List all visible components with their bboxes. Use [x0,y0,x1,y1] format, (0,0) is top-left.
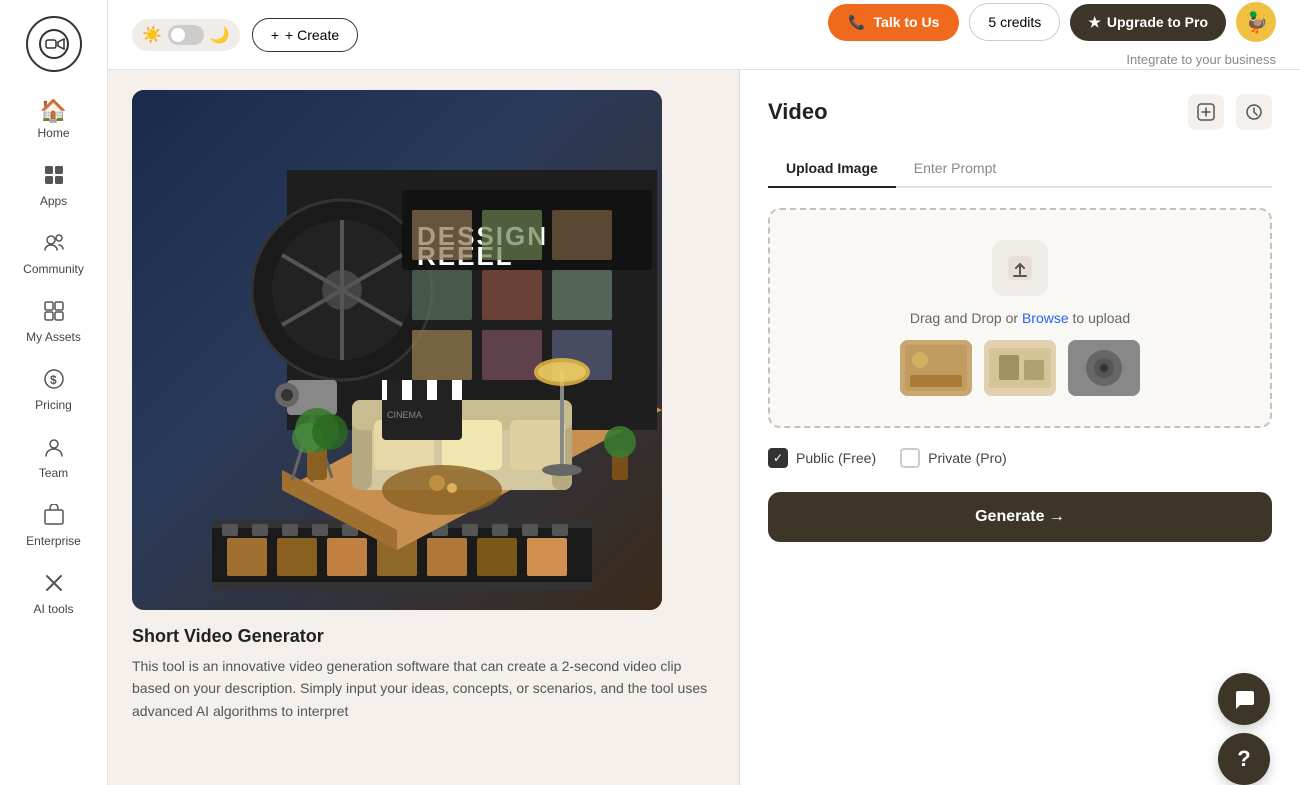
sidebar-item-community[interactable]: Community [0,220,107,288]
upload-icon [992,240,1048,296]
browse-link[interactable]: Browse [1022,310,1069,326]
sidebar: 🏠 Home Apps Community [0,0,108,785]
sample-images [900,340,1140,396]
sidebar-item-enterprise[interactable]: Enterprise [0,492,107,560]
video-description: This tool is an innovative video generat… [132,655,715,722]
logo[interactable] [26,16,82,72]
theme-toggle[interactable]: ☀️ 🌙 [132,19,240,51]
sidebar-item-ai-tools-label: AI tools [33,602,73,616]
help-bubble[interactable]: ? [1218,733,1270,785]
tabs: Upload Image Enter Prompt [768,150,1272,188]
pricing-icon: $ [43,368,65,394]
panel-header: Video [768,94,1272,130]
sidebar-item-my-assets[interactable]: My Assets [0,288,107,356]
apps-icon [43,164,65,190]
panel-title: Video [768,99,828,125]
moon-icon: 🌙 [210,25,230,45]
integrate-text: Integrate to your business [1126,52,1276,67]
header-left: ☀️ 🌙 + + Create [132,18,358,52]
left-panel: DESSIGN REEEL [108,70,740,785]
private-label: Private (Pro) [928,450,1007,466]
svg-text:$: $ [50,373,57,387]
sidebar-item-ai-tools[interactable]: AI tools [0,560,107,628]
svg-text:CINEMA: CINEMA [387,410,422,420]
tab-upload-image[interactable]: Upload Image [768,150,896,188]
header-right-top: 📞 Talk to Us 5 credits ★ Upgrade to Pro … [828,2,1276,42]
private-checkbox[interactable]: Private (Pro) [900,448,1007,468]
chat-bubble[interactable] [1218,673,1270,725]
credits-button[interactable]: 5 credits [969,3,1060,41]
home-icon: 🏠 [40,100,67,122]
plus-icon: + [271,27,279,43]
talk-to-us-button[interactable]: 📞 Talk to Us [828,4,959,41]
enterprise-icon [43,504,65,530]
header: ☀️ 🌙 + + Create 📞 Talk to Us 5 credits ★ [108,0,1300,70]
tab-enter-prompt[interactable]: Enter Prompt [896,150,1014,188]
add-icon-button[interactable] [1188,94,1224,130]
phone-icon: 📞 [848,14,865,31]
upgrade-button[interactable]: ★ Upgrade to Pro [1070,4,1226,41]
sidebar-item-apps-label: Apps [40,194,67,208]
private-checkbox-box[interactable] [900,448,920,468]
video-preview-image: DESSIGN REEEL [132,90,662,610]
sidebar-item-pricing[interactable]: $ Pricing [0,356,107,424]
my-assets-icon [43,300,65,326]
sidebar-item-team[interactable]: Team [0,424,107,492]
body-area: DESSIGN REEEL [108,70,1300,785]
sidebar-item-home[interactable]: 🏠 Home [0,88,107,152]
ai-tools-icon [43,572,65,598]
header-right: 📞 Talk to Us 5 credits ★ Upgrade to Pro … [828,2,1276,67]
sidebar-item-pricing-label: Pricing [35,398,72,412]
sidebar-item-community-label: Community [23,262,84,276]
sun-icon: ☀️ [142,25,162,45]
video-title: Short Video Generator [132,626,715,647]
sidebar-item-my-assets-label: My Assets [26,330,81,344]
sample-image-2[interactable] [984,340,1056,396]
upload-instructions: Drag and Drop or Browse to upload [910,310,1130,326]
generate-button[interactable]: Generate → [768,492,1272,542]
star-icon: ★ [1088,14,1101,31]
community-icon [43,232,65,258]
main-content: ☀️ 🌙 + + Create 📞 Talk to Us 5 credits ★ [108,0,1300,785]
sidebar-item-apps[interactable]: Apps [0,152,107,220]
history-icon-button[interactable] [1236,94,1272,130]
sidebar-item-home-label: Home [37,126,69,140]
sidebar-item-enterprise-label: Enterprise [26,534,81,548]
checkbox-row: ✓ Public (Free) Private (Pro) [768,448,1272,468]
sidebar-item-team-label: Team [39,466,68,480]
public-checkbox-box[interactable]: ✓ [768,448,788,468]
toggle-switch[interactable] [168,25,204,45]
panel-icons [1188,94,1272,130]
upload-area[interactable]: Drag and Drop or Browse to upload [768,208,1272,428]
sample-image-1[interactable] [900,340,972,396]
right-panel: Video [740,70,1300,785]
sample-image-3[interactable] [1068,340,1140,396]
avatar[interactable]: 🦆 [1236,2,1276,42]
create-button[interactable]: + + Create [252,18,358,52]
public-checkbox[interactable]: ✓ Public (Free) [768,448,876,468]
team-icon [43,436,65,462]
public-label: Public (Free) [796,450,876,466]
